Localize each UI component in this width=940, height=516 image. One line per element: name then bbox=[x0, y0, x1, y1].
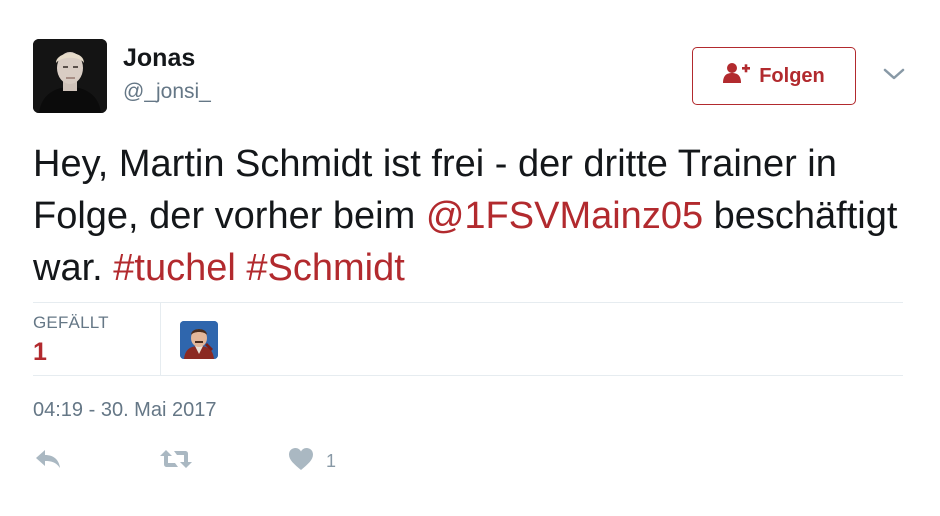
divider bbox=[33, 375, 903, 376]
retweet-button[interactable] bbox=[160, 448, 192, 474]
tweet-text-part bbox=[236, 247, 247, 289]
hashtag-link-schmidt[interactable]: #Schmidt bbox=[246, 247, 404, 289]
tweet-timestamp[interactable]: 04:19 - 30. Mai 2017 bbox=[33, 399, 216, 422]
follow-person-plus-icon bbox=[723, 62, 751, 90]
retweet-icon bbox=[160, 448, 192, 475]
author-display-name[interactable]: Jonas bbox=[123, 44, 195, 73]
likes-count[interactable]: 1 bbox=[33, 338, 47, 367]
mention-link[interactable]: @1FSVMainz05 bbox=[426, 195, 703, 237]
follow-button[interactable]: Folgen bbox=[692, 47, 856, 105]
heart-icon bbox=[288, 447, 314, 476]
author-avatar[interactable] bbox=[33, 39, 107, 113]
divider bbox=[160, 302, 161, 375]
likes-label: GEFÄLLT bbox=[33, 313, 109, 332]
like-count: 1 bbox=[326, 450, 337, 471]
chevron-down-icon[interactable] bbox=[882, 64, 906, 84]
follow-button-label: Folgen bbox=[759, 64, 825, 87]
like-button[interactable]: 1 bbox=[288, 447, 337, 476]
author-handle[interactable]: @_jonsi_ bbox=[123, 80, 211, 104]
reply-icon bbox=[34, 448, 62, 475]
reply-button[interactable] bbox=[34, 448, 62, 474]
liker-avatar[interactable] bbox=[180, 321, 218, 359]
tweet-text: Hey, Martin Schmidt ist frei - der dritt… bbox=[33, 138, 903, 294]
hashtag-link-tuchel[interactable]: #tuchel bbox=[113, 247, 236, 289]
divider bbox=[33, 302, 903, 303]
